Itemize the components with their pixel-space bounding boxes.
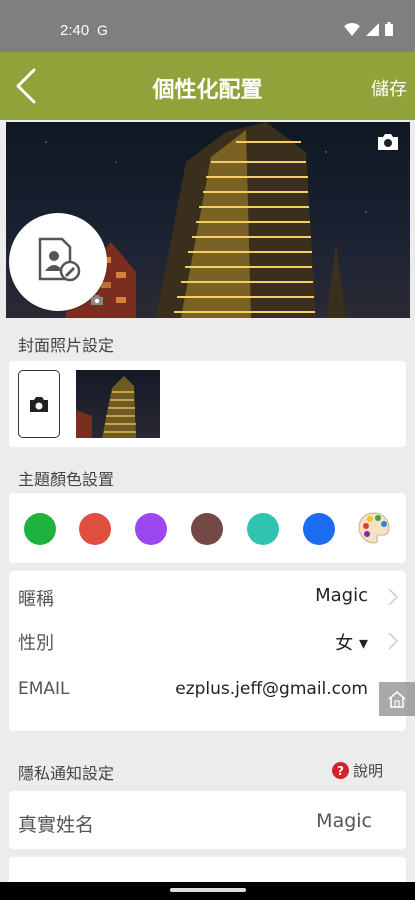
- home-icon: [388, 691, 406, 708]
- real-name-row[interactable]: 真實姓名 Magic: [9, 798, 406, 842]
- google-icon: G: [97, 22, 108, 38]
- chevron-right-icon: [388, 588, 398, 606]
- color-swatch-green[interactable]: [24, 513, 56, 545]
- gender-row[interactable]: 性別 女 ▾: [9, 617, 406, 661]
- theme-color-label: 主題顏色設置: [18, 470, 115, 489]
- gender-value: 女 ▾: [335, 633, 368, 654]
- real-name-label: 真實姓名: [18, 814, 95, 836]
- nickname-row[interactable]: 暱稱 Magic: [9, 573, 406, 617]
- color-swatch-blue[interactable]: [303, 513, 335, 545]
- gender-label: 性別: [18, 633, 54, 654]
- color-swatch-purple[interactable]: [135, 513, 167, 545]
- color-swatch-teal[interactable]: [247, 513, 279, 545]
- profile-info-card: 暱稱 Magic 性別 女 ▾ EMAIL ezplus.jeff@gmail.…: [9, 571, 406, 731]
- chevron-right-icon: [388, 632, 398, 650]
- privacy-help-link[interactable]: ? 說明: [331, 760, 383, 781]
- nickname-label: 暱稱: [18, 589, 54, 610]
- battery-icon: [385, 22, 393, 36]
- cover-thumbnail-image: [76, 376, 136, 438]
- change-avatar-camera-icon[interactable]: [90, 294, 104, 306]
- home-shortcut-button[interactable]: [379, 682, 415, 716]
- profile-document-icon: [38, 237, 81, 282]
- privacy-help-label: 說明: [352, 762, 383, 780]
- color-swatch-brown[interactable]: [191, 513, 223, 545]
- status-time: 2:40: [60, 22, 90, 39]
- wifi-icon: [344, 22, 360, 36]
- nickname-value: Magic: [315, 585, 368, 606]
- privacy-settings-label: 隱私通知設定: [18, 764, 115, 783]
- add-cover-photo-button[interactable]: [18, 370, 60, 438]
- status-bar: 2:40 G: [0, 0, 415, 52]
- app-bar: 個性化配置 儲存: [0, 52, 415, 120]
- question-mark-icon: ?: [331, 762, 349, 779]
- privacy-card: 真實姓名 Magic: [9, 791, 406, 849]
- signal-icon: [366, 22, 379, 36]
- system-nav-bar: [0, 882, 415, 900]
- change-cover-camera-icon[interactable]: [376, 132, 400, 152]
- page-title: 個性化配置: [152, 78, 263, 103]
- email-label: EMAIL: [18, 679, 70, 699]
- real-name-value: Magic: [316, 810, 372, 832]
- status-icons: [344, 22, 393, 36]
- palette-icon[interactable]: [357, 511, 391, 545]
- home-gesture-handle[interactable]: [170, 888, 246, 892]
- save-button[interactable]: 儲存: [371, 75, 407, 101]
- color-swatch-red[interactable]: [79, 513, 111, 545]
- cover-thumbnails-card: [9, 361, 406, 447]
- theme-color-card: [9, 493, 406, 563]
- email-row[interactable]: EMAIL ezplus.jeff@gmail.com: [9, 667, 406, 711]
- cover-settings-label: 封面照片設定: [18, 336, 115, 355]
- camera-icon: [30, 397, 48, 412]
- email-value: ezplus.jeff@gmail.com: [175, 679, 368, 699]
- cover-thumbnail[interactable]: [76, 370, 160, 438]
